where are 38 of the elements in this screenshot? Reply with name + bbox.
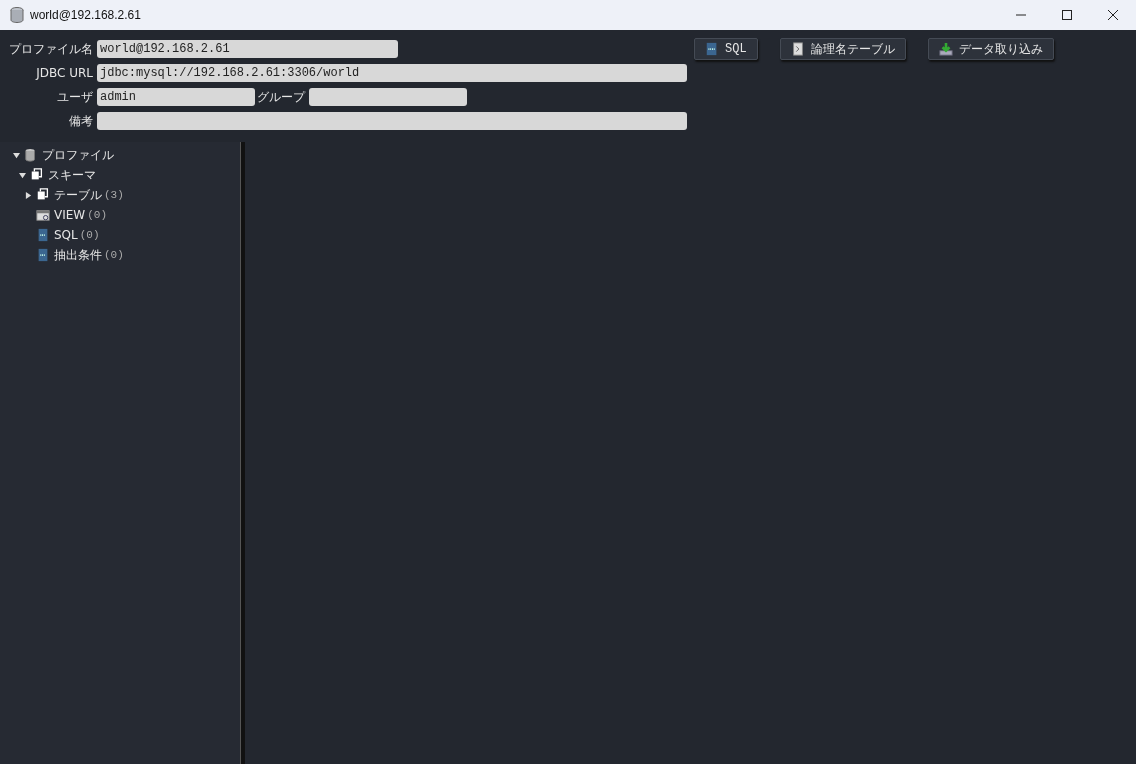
table-button[interactable]: 論理名テーブル (779, 38, 906, 60)
field-label: ユーザ (56, 88, 94, 106)
item-count: (0) (87, 209, 107, 221)
input-field[interactable] (309, 88, 467, 106)
tree-item[interactable]: VIEW (54, 208, 86, 222)
tree-item[interactable]: 抽出条件 (54, 246, 102, 264)
page-icon (790, 42, 805, 56)
tree-item[interactable]: テーブル (54, 186, 102, 204)
document-icon (36, 228, 50, 242)
document-icon (705, 42, 719, 56)
field-label: 備考 (68, 112, 94, 130)
database-icon (24, 148, 38, 162)
item-count: (0) (104, 249, 124, 261)
input-field[interactable]: admin (97, 88, 255, 106)
tree-item[interactable]: プロファイル (42, 146, 114, 164)
database-icon (10, 7, 24, 23)
field-label: JDBC URL (34, 66, 94, 80)
field-label: グループ (256, 88, 307, 106)
import-button[interactable]: データ取り込み (927, 38, 1054, 60)
input-field[interactable] (97, 112, 687, 130)
copy-icon (30, 168, 44, 182)
input-field[interactable]: jdbc:mysql://192.168.2.61:3306/world (97, 64, 687, 82)
item-count: (3) (104, 189, 124, 201)
sql-button[interactable]: SQL (694, 38, 758, 60)
table-icon (36, 208, 50, 222)
splitter-handle[interactable] (240, 142, 245, 764)
item-count: (0) (79, 229, 100, 241)
input-field[interactable]: world@192.168.2.61 (97, 40, 398, 58)
download-icon (938, 42, 953, 56)
collapse-toggle-icon[interactable] (12, 151, 20, 159)
collapse-toggle-icon[interactable] (18, 171, 26, 179)
expand-toggle-icon[interactable] (24, 191, 32, 199)
document-icon (36, 248, 50, 262)
window-title: world@192.168.2.61 (30, 8, 142, 22)
tree-item[interactable]: SQL (54, 228, 78, 242)
copy-icon (36, 188, 50, 202)
tree-item[interactable]: スキーマ (48, 166, 96, 184)
field-label: プロファイル名 (8, 40, 94, 58)
